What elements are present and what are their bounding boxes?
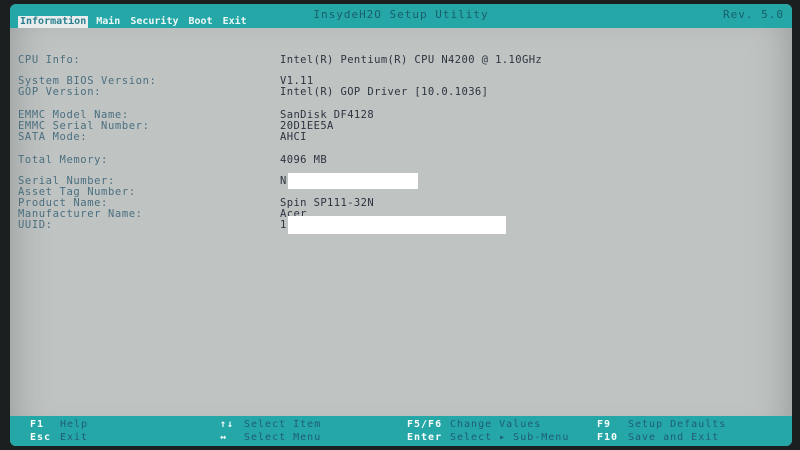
tab-information[interactable]: Information (18, 16, 89, 28)
menu-tabs: Information Main Security Boot Exit (18, 16, 249, 28)
key-left-right: ↔ (220, 432, 228, 443)
key-esc: Esc (30, 432, 52, 443)
cpu-info-value: Intel(R) Pentium(R) CPU N4200 @ 1.10GHz (280, 54, 543, 66)
select-item-text: Select Item (244, 419, 322, 430)
select-submenu-text: Select ▸ Sub-Menu (450, 432, 570, 443)
exit-text: Exit (60, 432, 89, 443)
key-f5-f6: F5/F6 (407, 419, 443, 430)
cpu-info-label: CPU Info: (18, 54, 81, 66)
select-menu-text: Select Menu (244, 432, 322, 443)
change-values-text: Change Values (450, 419, 542, 430)
bios-screen: InsydeH2O Setup Utility Rev. 5.0 Informa… (10, 4, 792, 446)
tab-exit[interactable]: Exit (221, 16, 249, 28)
tab-security[interactable]: Security (128, 16, 180, 28)
help-text: Help (60, 419, 89, 430)
revision-label: Rev. 5.0 (723, 8, 784, 21)
gop-version-value: Intel(R) GOP Driver [10.0.1036] (280, 86, 489, 98)
top-bar: InsydeH2O Setup Utility Rev. 5.0 Informa… (10, 4, 792, 28)
tab-boot[interactable]: Boot (187, 16, 215, 28)
setup-defaults-text: Setup Defaults (628, 419, 727, 430)
key-f9: F9 (597, 419, 612, 430)
key-up-down: ↑↓ (220, 419, 235, 430)
gop-version-label: GOP Version: (18, 86, 102, 98)
total-memory-label: Total Memory: (18, 154, 108, 166)
information-panel: CPU Info: Intel(R) Pentium(R) CPU N4200 … (10, 34, 792, 406)
serial-number-value: N (280, 175, 287, 187)
uuid-redaction (288, 216, 506, 234)
uuid-label: UUID: (18, 219, 53, 231)
key-f1: F1 (30, 419, 45, 430)
total-memory-value: 4096 MB (280, 154, 328, 166)
tab-main[interactable]: Main (94, 16, 122, 28)
key-enter: Enter (407, 432, 443, 443)
serial-redaction (288, 173, 418, 189)
save-exit-text: Save and Exit (628, 432, 720, 443)
sata-mode-value: AHCI (280, 131, 307, 143)
uuid-value: 1 (280, 219, 287, 231)
footer-help-bar: F1 Help Esc Exit ↑↓ Select Item ↔ Select… (10, 416, 792, 446)
key-f10: F10 (597, 432, 619, 443)
sata-mode-label: SATA Mode: (18, 131, 88, 143)
